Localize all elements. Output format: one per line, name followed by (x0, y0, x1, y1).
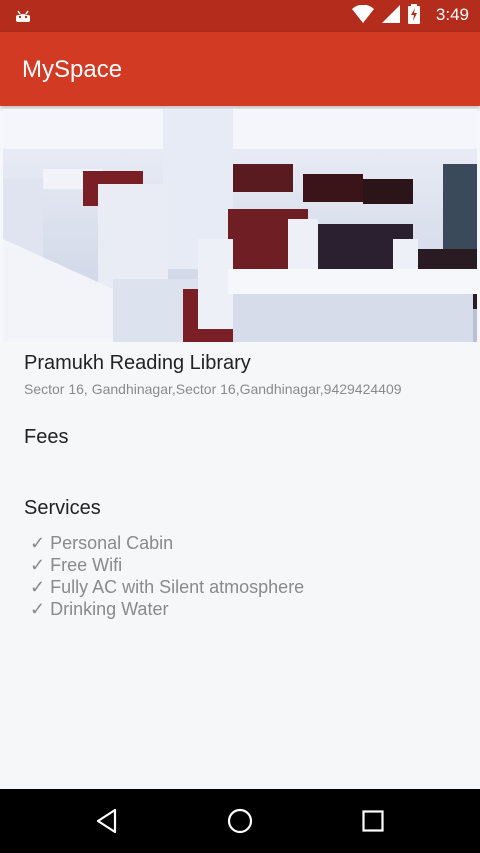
recents-icon[interactable] (355, 803, 391, 839)
library-name: Pramukh Reading Library (24, 352, 251, 374)
service-item: ✓ Personal Cabin (30, 533, 174, 553)
library-photo (3, 109, 477, 342)
back-icon[interactable] (89, 803, 125, 839)
app-title: MySpace (22, 56, 123, 83)
battery-icon (408, 3, 420, 29)
service-item: ✓ Free Wifi (30, 555, 123, 575)
library-details: Pramukh Reading Library Sector 16, Gandh… (24, 352, 464, 397)
fees-heading: Fees (24, 426, 69, 448)
service-item: ✓ Fully AC with Silent atmosphere (30, 577, 305, 597)
clock: 3:49 (435, 5, 469, 24)
status-bar: 3:49 (0, 0, 480, 32)
services-heading: Services (24, 497, 101, 519)
android-icon (14, 7, 32, 28)
navigation-bar (0, 789, 480, 853)
service-item: ✓ Drinking Water (30, 599, 169, 619)
signal-icon (382, 4, 400, 28)
library-address: Sector 16, Gandhinagar,Sector 16,Gandhin… (24, 381, 402, 397)
app-bar: MySpace (0, 32, 480, 106)
services-list: ✓ Personal Cabin ✓ Free Wifi ✓ Fully AC … (30, 532, 304, 620)
home-icon[interactable] (222, 803, 258, 839)
wifi-icon (352, 4, 374, 28)
